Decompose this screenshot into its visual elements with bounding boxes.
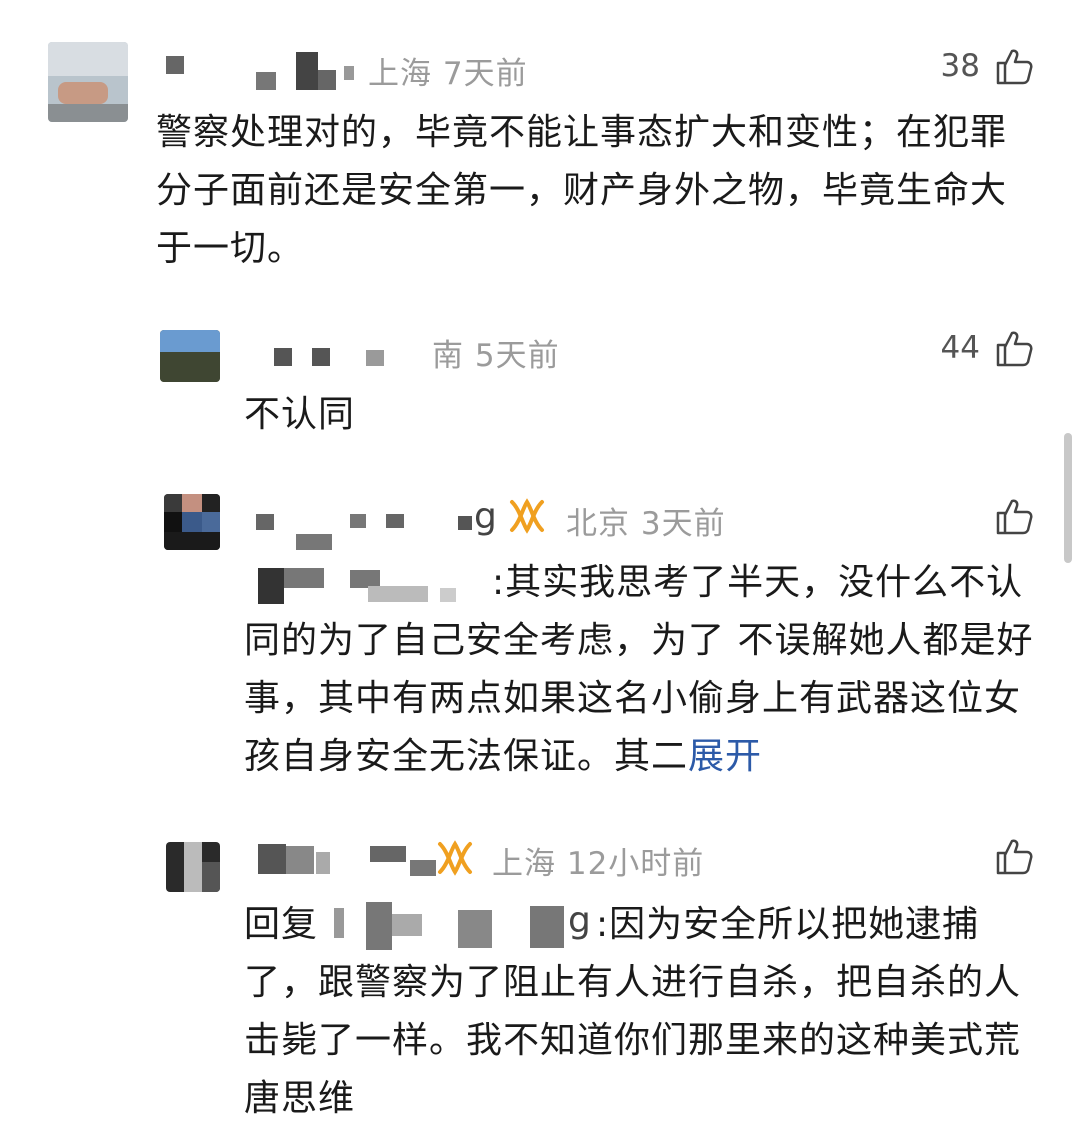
avatar[interactable] <box>48 42 128 122</box>
vip-badge-icon <box>510 498 544 534</box>
thumbs-up-icon[interactable] <box>994 46 1034 86</box>
comment-meta: 上海 7天前 <box>368 48 528 93</box>
location: 上海 <box>492 846 556 882</box>
username-tail[interactable]: g <box>474 496 497 537</box>
avatar[interactable] <box>166 842 220 892</box>
timestamp: 3天前 <box>640 506 726 542</box>
thumbs-up-icon[interactable] <box>994 836 1034 876</box>
timestamp: 12小时前 <box>566 846 705 882</box>
comment-body: :其实我思考了半天，没什么不认同的为了自己安全考虑，为了 不误解她人都是好事，其… <box>244 562 1034 777</box>
thumbs-up-icon[interactable] <box>994 496 1034 536</box>
comment-text: 警察处理对的，毕竟不能让事态扩大和变性；在犯罪分子面前还是安全第一，财产身外之物… <box>156 112 1008 269</box>
thumbs-up-icon[interactable] <box>994 328 1034 368</box>
like-count: 38 <box>940 48 980 84</box>
vip-badge-icon <box>438 840 472 876</box>
comment-meta: 上海 12小时前 <box>492 838 704 883</box>
comment-meta: 南 5天前 <box>432 330 560 375</box>
avatar[interactable] <box>164 494 220 550</box>
comment-meta: 北京 3天前 <box>566 498 726 543</box>
like-count: 44 <box>940 330 980 366</box>
location: 上海 <box>368 56 432 92</box>
location: 北京 <box>566 506 630 542</box>
location: 南 <box>432 338 464 374</box>
timestamp: 7天前 <box>442 56 528 92</box>
expand-link[interactable]: 展开 <box>688 736 762 777</box>
comment-text: 不认同 <box>244 394 356 435</box>
comment-text: :其实我思考了半天，没什么不认同的为了自己安全考虑，为了 不误解她人都是好事，其… <box>244 554 1044 786</box>
avatar[interactable] <box>160 330 220 382</box>
scrollbar[interactable] <box>1064 433 1072 563</box>
comment-text: :因为安全所以把她逮捕了，跟警察为了阻止有人进行自杀，把自杀的人击毙了一样。我不… <box>244 904 1022 1119</box>
timestamp: 5天前 <box>474 338 560 374</box>
